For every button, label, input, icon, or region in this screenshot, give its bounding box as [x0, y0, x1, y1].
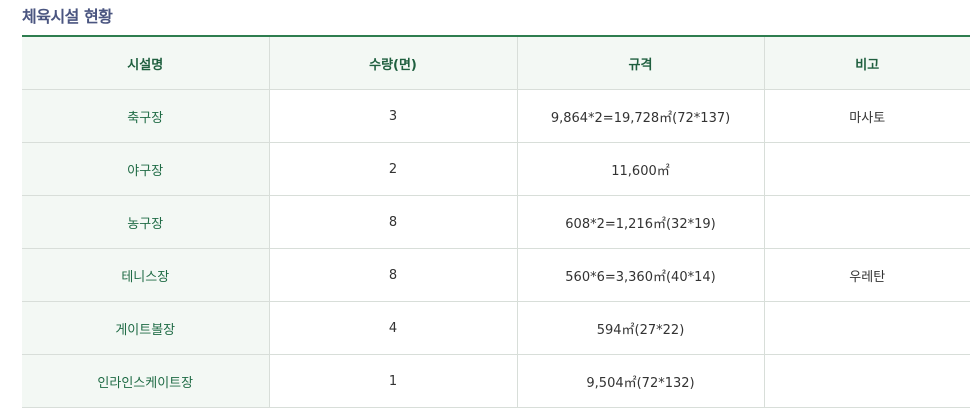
note-cell [763, 354, 970, 408]
table-row: 축구장 3 9,864*2=19,728㎡(72*137) 마사토 [22, 89, 970, 143]
table-row: 테니스장 8 560*6=3,360㎡(40*14) 우레탄 [22, 248, 970, 302]
table-row: 야구장 2 11,600㎡ [22, 142, 970, 196]
header-note: 비고 [763, 36, 970, 90]
note-cell: 우레탄 [763, 248, 970, 302]
quantity-cell: 4 [268, 301, 517, 355]
note-cell [763, 195, 970, 249]
facility-name-cell: 농구장 [22, 195, 269, 249]
spec-cell: 9,864*2=19,728㎡(72*137) [516, 89, 764, 143]
header-facility-name: 시설명 [22, 36, 269, 90]
table-row: 농구장 8 608*2=1,216㎡(32*19) [22, 195, 970, 249]
facility-status-page: 체육시설 현황 시설명 수량(면) 규격 비고 축구장 3 9,864*2=19… [0, 0, 971, 417]
note-cell: 마사토 [763, 89, 970, 143]
facility-name-cell: 축구장 [22, 89, 269, 143]
table-header-row: 시설명 수량(면) 규격 비고 [22, 36, 970, 90]
facility-name-cell: 인라인스케이트장 [22, 354, 269, 408]
spec-cell: 9,504㎡(72*132) [516, 354, 764, 408]
section-title: 체육시설 현황 [22, 7, 113, 26]
table-row: 인라인스케이트장 1 9,504㎡(72*132) [22, 354, 970, 408]
facility-name-cell: 테니스장 [22, 248, 269, 302]
quantity-cell: 3 [268, 89, 517, 143]
table-row: 게이트볼장 4 594㎡(27*22) [22, 301, 970, 355]
quantity-cell: 8 [268, 195, 517, 249]
quantity-cell: 1 [268, 354, 517, 408]
quantity-cell: 8 [268, 248, 517, 302]
facility-name-cell: 게이트볼장 [22, 301, 269, 355]
facility-name-cell: 야구장 [22, 142, 269, 196]
spec-cell: 11,600㎡ [516, 142, 764, 196]
spec-cell: 594㎡(27*22) [516, 301, 764, 355]
header-quantity: 수량(면) [268, 36, 517, 90]
facilities-table: 시설명 수량(면) 규격 비고 축구장 3 9,864*2=19,728㎡(72… [22, 35, 970, 408]
note-cell [763, 142, 970, 196]
spec-cell: 608*2=1,216㎡(32*19) [516, 195, 764, 249]
quantity-cell: 2 [268, 142, 517, 196]
header-spec: 규격 [516, 36, 764, 90]
spec-cell: 560*6=3,360㎡(40*14) [516, 248, 764, 302]
note-cell [763, 301, 970, 355]
